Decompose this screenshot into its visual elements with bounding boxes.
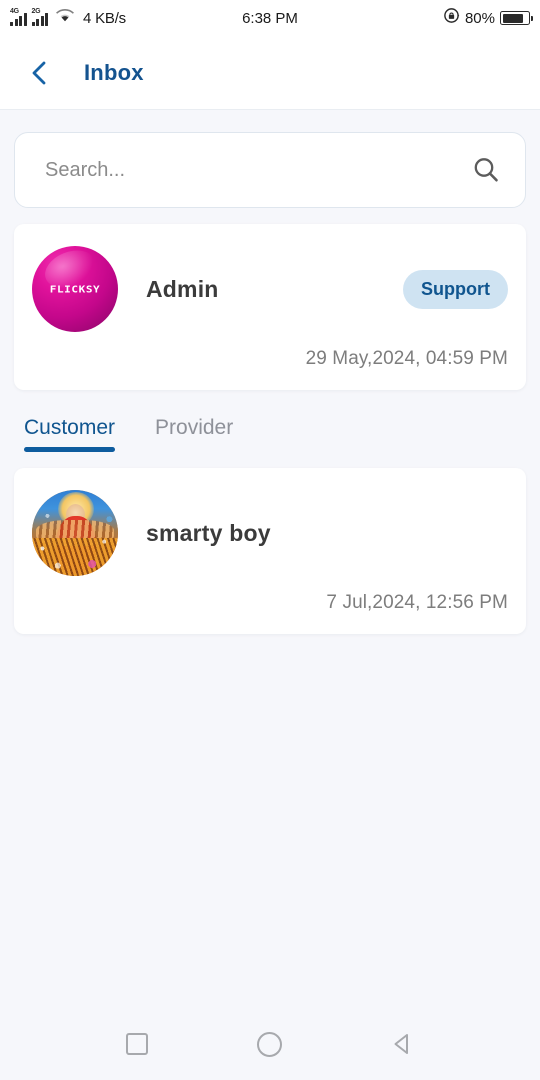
page-title: Inbox [84, 59, 144, 85]
back-nav-button[interactable] [380, 1021, 426, 1067]
app-header: Inbox [0, 36, 540, 110]
avatar-photo [32, 490, 118, 576]
support-card-name: Admin [146, 275, 219, 302]
chevron-left-icon [32, 61, 46, 84]
square-recents-icon [125, 1033, 148, 1055]
home-button[interactable] [247, 1021, 293, 1067]
inbox-content: FLICKSY Admin Support 29 May,2024, 04:59… [0, 132, 540, 634]
status-badge[interactable]: Support [403, 269, 508, 309]
triangle-back-icon [394, 1034, 409, 1054]
conversation-name: smarty boy [146, 519, 271, 546]
search-bar[interactable] [14, 132, 526, 208]
support-card-row: FLICKSY Admin Support [32, 246, 508, 332]
circle-home-icon [257, 1031, 283, 1057]
support-card-timestamp: 29 May,2024, 04:59 PM [305, 348, 508, 369]
search-icon[interactable] [471, 155, 501, 185]
android-navigation-bar [0, 1008, 540, 1080]
avatar-flicksy-logo: FLICKSY [32, 246, 118, 332]
status-bar-clock: 6:38 PM [242, 9, 298, 27]
back-button[interactable] [22, 56, 56, 90]
inbox-tabs: Customer Provider [14, 390, 526, 452]
conversation-card-row: smarty boy [32, 490, 508, 576]
battery-icon [500, 11, 533, 25]
tab-provider[interactable]: Provider [155, 416, 233, 452]
conversation-timestamp: 7 Jul,2024, 12:56 PM [326, 592, 508, 613]
recents-button[interactable] [114, 1021, 160, 1067]
tab-customer[interactable]: Customer [24, 416, 116, 452]
conversation-card[interactable]: smarty boy 7 Jul,2024, 12:56 PM [14, 468, 526, 634]
status-bar: 4G 2G 4 KB/s 6:38 PM 80% [0, 0, 540, 36]
support-conversation-card[interactable]: FLICKSY Admin Support 29 May,2024, 04:59… [14, 224, 526, 390]
avatar-logo-label: FLICKSY [49, 283, 101, 295]
search-input[interactable] [45, 158, 471, 182]
